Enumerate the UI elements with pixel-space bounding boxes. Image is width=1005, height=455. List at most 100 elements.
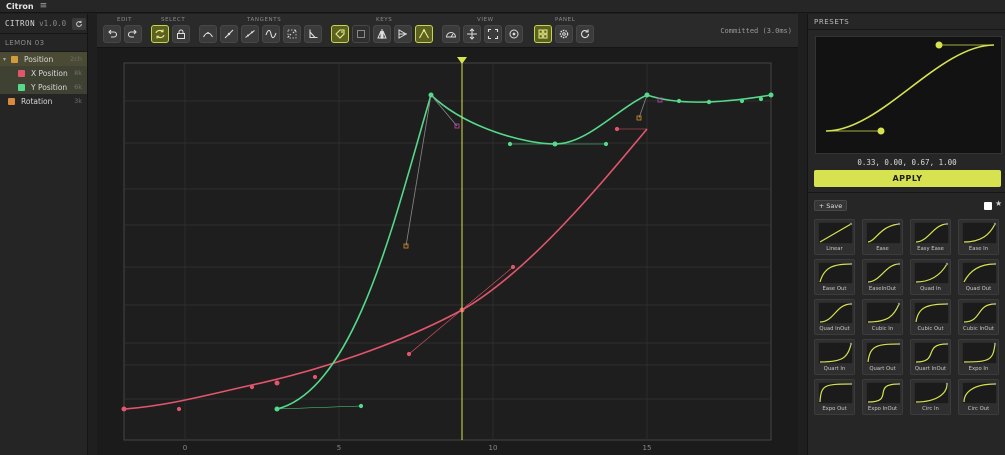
- preset-label: Quad InOut: [819, 326, 850, 332]
- tangent-linear-icon: [224, 29, 234, 39]
- ease-curve-icon: [914, 302, 949, 324]
- redo-button[interactable]: [124, 25, 142, 43]
- ease-curve-icon: [866, 342, 901, 364]
- speed-button[interactable]: [442, 25, 460, 43]
- key-tag-button[interactable]: [331, 25, 349, 43]
- track-label: X Position: [31, 68, 68, 78]
- group-label-edit: EDIT: [117, 17, 133, 23]
- layers-panel: CITRON v1.0.0 LEMON 03 ▾ Position 2ch X …: [0, 14, 88, 455]
- preset-card[interactable]: Ease: [862, 219, 903, 255]
- chevron-down-icon[interactable]: ▾: [3, 56, 11, 63]
- track-y-position[interactable]: Y Position 6k: [0, 80, 87, 94]
- track-rotation[interactable]: Rotation 3k: [0, 94, 87, 108]
- preset-card[interactable]: Expo In: [958, 339, 999, 375]
- tangent-broken-icon: [287, 29, 297, 39]
- preset-card[interactable]: Easy Ease: [910, 219, 951, 255]
- preset-card[interactable]: Quart In: [814, 339, 855, 375]
- select-loop-icon: [155, 29, 165, 39]
- apply-button[interactable]: APPLY: [814, 170, 1001, 187]
- lock-icon: [177, 29, 185, 39]
- preset-card[interactable]: Quart InOut: [910, 339, 951, 375]
- tangent-linear-button[interactable]: [220, 25, 238, 43]
- preset-card[interactable]: Ease Out: [814, 259, 855, 295]
- preset-label: Ease: [876, 246, 889, 252]
- ease-curve-icon: [914, 342, 949, 364]
- tangent-smooth-icon: [265, 29, 277, 39]
- x-tick-label: 10: [489, 444, 498, 452]
- preset-card[interactable]: Circ Out: [958, 379, 999, 415]
- track-count: 2ch: [70, 55, 82, 63]
- flip-icon: [377, 29, 387, 39]
- preset-card[interactable]: Ease In: [958, 219, 999, 255]
- preset-card[interactable]: Circ In: [910, 379, 951, 415]
- tangent-corner-button[interactable]: [304, 25, 322, 43]
- settings-button[interactable]: [555, 25, 573, 43]
- select-loop-button[interactable]: [151, 25, 169, 43]
- track-x-position[interactable]: X Position 8k: [0, 66, 87, 80]
- grid-button[interactable]: [534, 25, 552, 43]
- group-label-tangents: TANGENTS: [247, 17, 282, 23]
- key-node-button[interactable]: [415, 25, 433, 43]
- target-button[interactable]: [505, 25, 523, 43]
- ease-curve-icon: [914, 382, 949, 404]
- preset-card[interactable]: Cubic InOut: [958, 299, 999, 335]
- refresh-button[interactable]: [576, 25, 594, 43]
- bezier-handle-2[interactable]: [935, 41, 943, 49]
- track-swatch: [11, 55, 18, 63]
- x-tick-label: 15: [643, 444, 652, 452]
- save-preset-button[interactable]: + Save: [814, 200, 847, 211]
- preset-card[interactable]: EaseInOut: [862, 259, 903, 295]
- presets-panel: PRESETS 0.33, 0.00, 0.67, 1.00 APPLY + S…: [807, 14, 1005, 455]
- preset-label: Quad Out: [965, 286, 992, 292]
- ease-curve-icon: [866, 222, 901, 244]
- preset-card[interactable]: Quad InOut: [814, 299, 855, 335]
- bezier-curve-editor[interactable]: [816, 37, 1003, 155]
- curve-graph[interactable]: 0 5 10 15: [97, 49, 798, 455]
- track-label: Y Position: [31, 82, 68, 92]
- preset-card[interactable]: Linear: [814, 219, 855, 255]
- flip-button[interactable]: [373, 25, 391, 43]
- ease-curve-icon: [962, 222, 997, 244]
- tangent-broken-button[interactable]: [283, 25, 301, 43]
- frame-all-button[interactable]: [484, 25, 502, 43]
- preset-card[interactable]: Cubic In: [862, 299, 903, 335]
- mirror-button[interactable]: [394, 25, 412, 43]
- group-label-view: VIEW: [477, 17, 494, 23]
- favorites-checkbox[interactable]: [984, 202, 992, 210]
- preset-card[interactable]: Cubic Out: [910, 299, 951, 335]
- preset-label: Ease In: [968, 246, 989, 252]
- fit-button[interactable]: [463, 25, 481, 43]
- commit-status: Committed (3.0ms): [720, 27, 792, 35]
- ease-curve-icon: [962, 302, 997, 324]
- bezier-preview[interactable]: [815, 36, 1002, 154]
- bezier-values: 0.33, 0.00, 0.67, 1.00: [857, 158, 957, 167]
- tangent-smooth-button[interactable]: [262, 25, 280, 43]
- preset-label: Expo Out: [822, 406, 847, 412]
- preset-label: Quad In: [920, 286, 941, 292]
- lock-button[interactable]: [172, 25, 190, 43]
- preset-label: Circ Out: [967, 406, 990, 412]
- key-frame-button[interactable]: [352, 25, 370, 43]
- bezier-handle-1[interactable]: [877, 127, 885, 135]
- reload-button[interactable]: [72, 17, 87, 30]
- tangent-auto-icon: [203, 32, 213, 38]
- undo-button[interactable]: [103, 25, 121, 43]
- tangent-step-button[interactable]: [241, 25, 259, 43]
- star-icon[interactable]: ★: [995, 199, 1002, 208]
- track-position[interactable]: ▾ Position 2ch: [0, 52, 87, 66]
- ease-curve-icon: [866, 302, 901, 324]
- preset-card[interactable]: Quad Out: [958, 259, 999, 295]
- preset-card[interactable]: Quart Out: [862, 339, 903, 375]
- menu-icon[interactable]: ≡: [40, 1, 48, 11]
- preset-label: Cubic InOut: [962, 326, 994, 332]
- ease-curve-icon: [866, 382, 901, 404]
- brand-name: CITRON: [5, 19, 36, 28]
- preset-grid: Linear Ease Easy Ease Ease In Ease Out EaseIn…: [814, 219, 1004, 415]
- preset-card[interactable]: Expo Out: [814, 379, 855, 415]
- tangent-auto-button[interactable]: [199, 25, 217, 43]
- preset-card[interactable]: Expo InOut: [862, 379, 903, 415]
- ease-curve-icon: [818, 302, 853, 324]
- preset-card[interactable]: Quad In: [910, 259, 951, 295]
- track-swatch: [8, 97, 15, 105]
- fit-icon: [467, 28, 477, 40]
